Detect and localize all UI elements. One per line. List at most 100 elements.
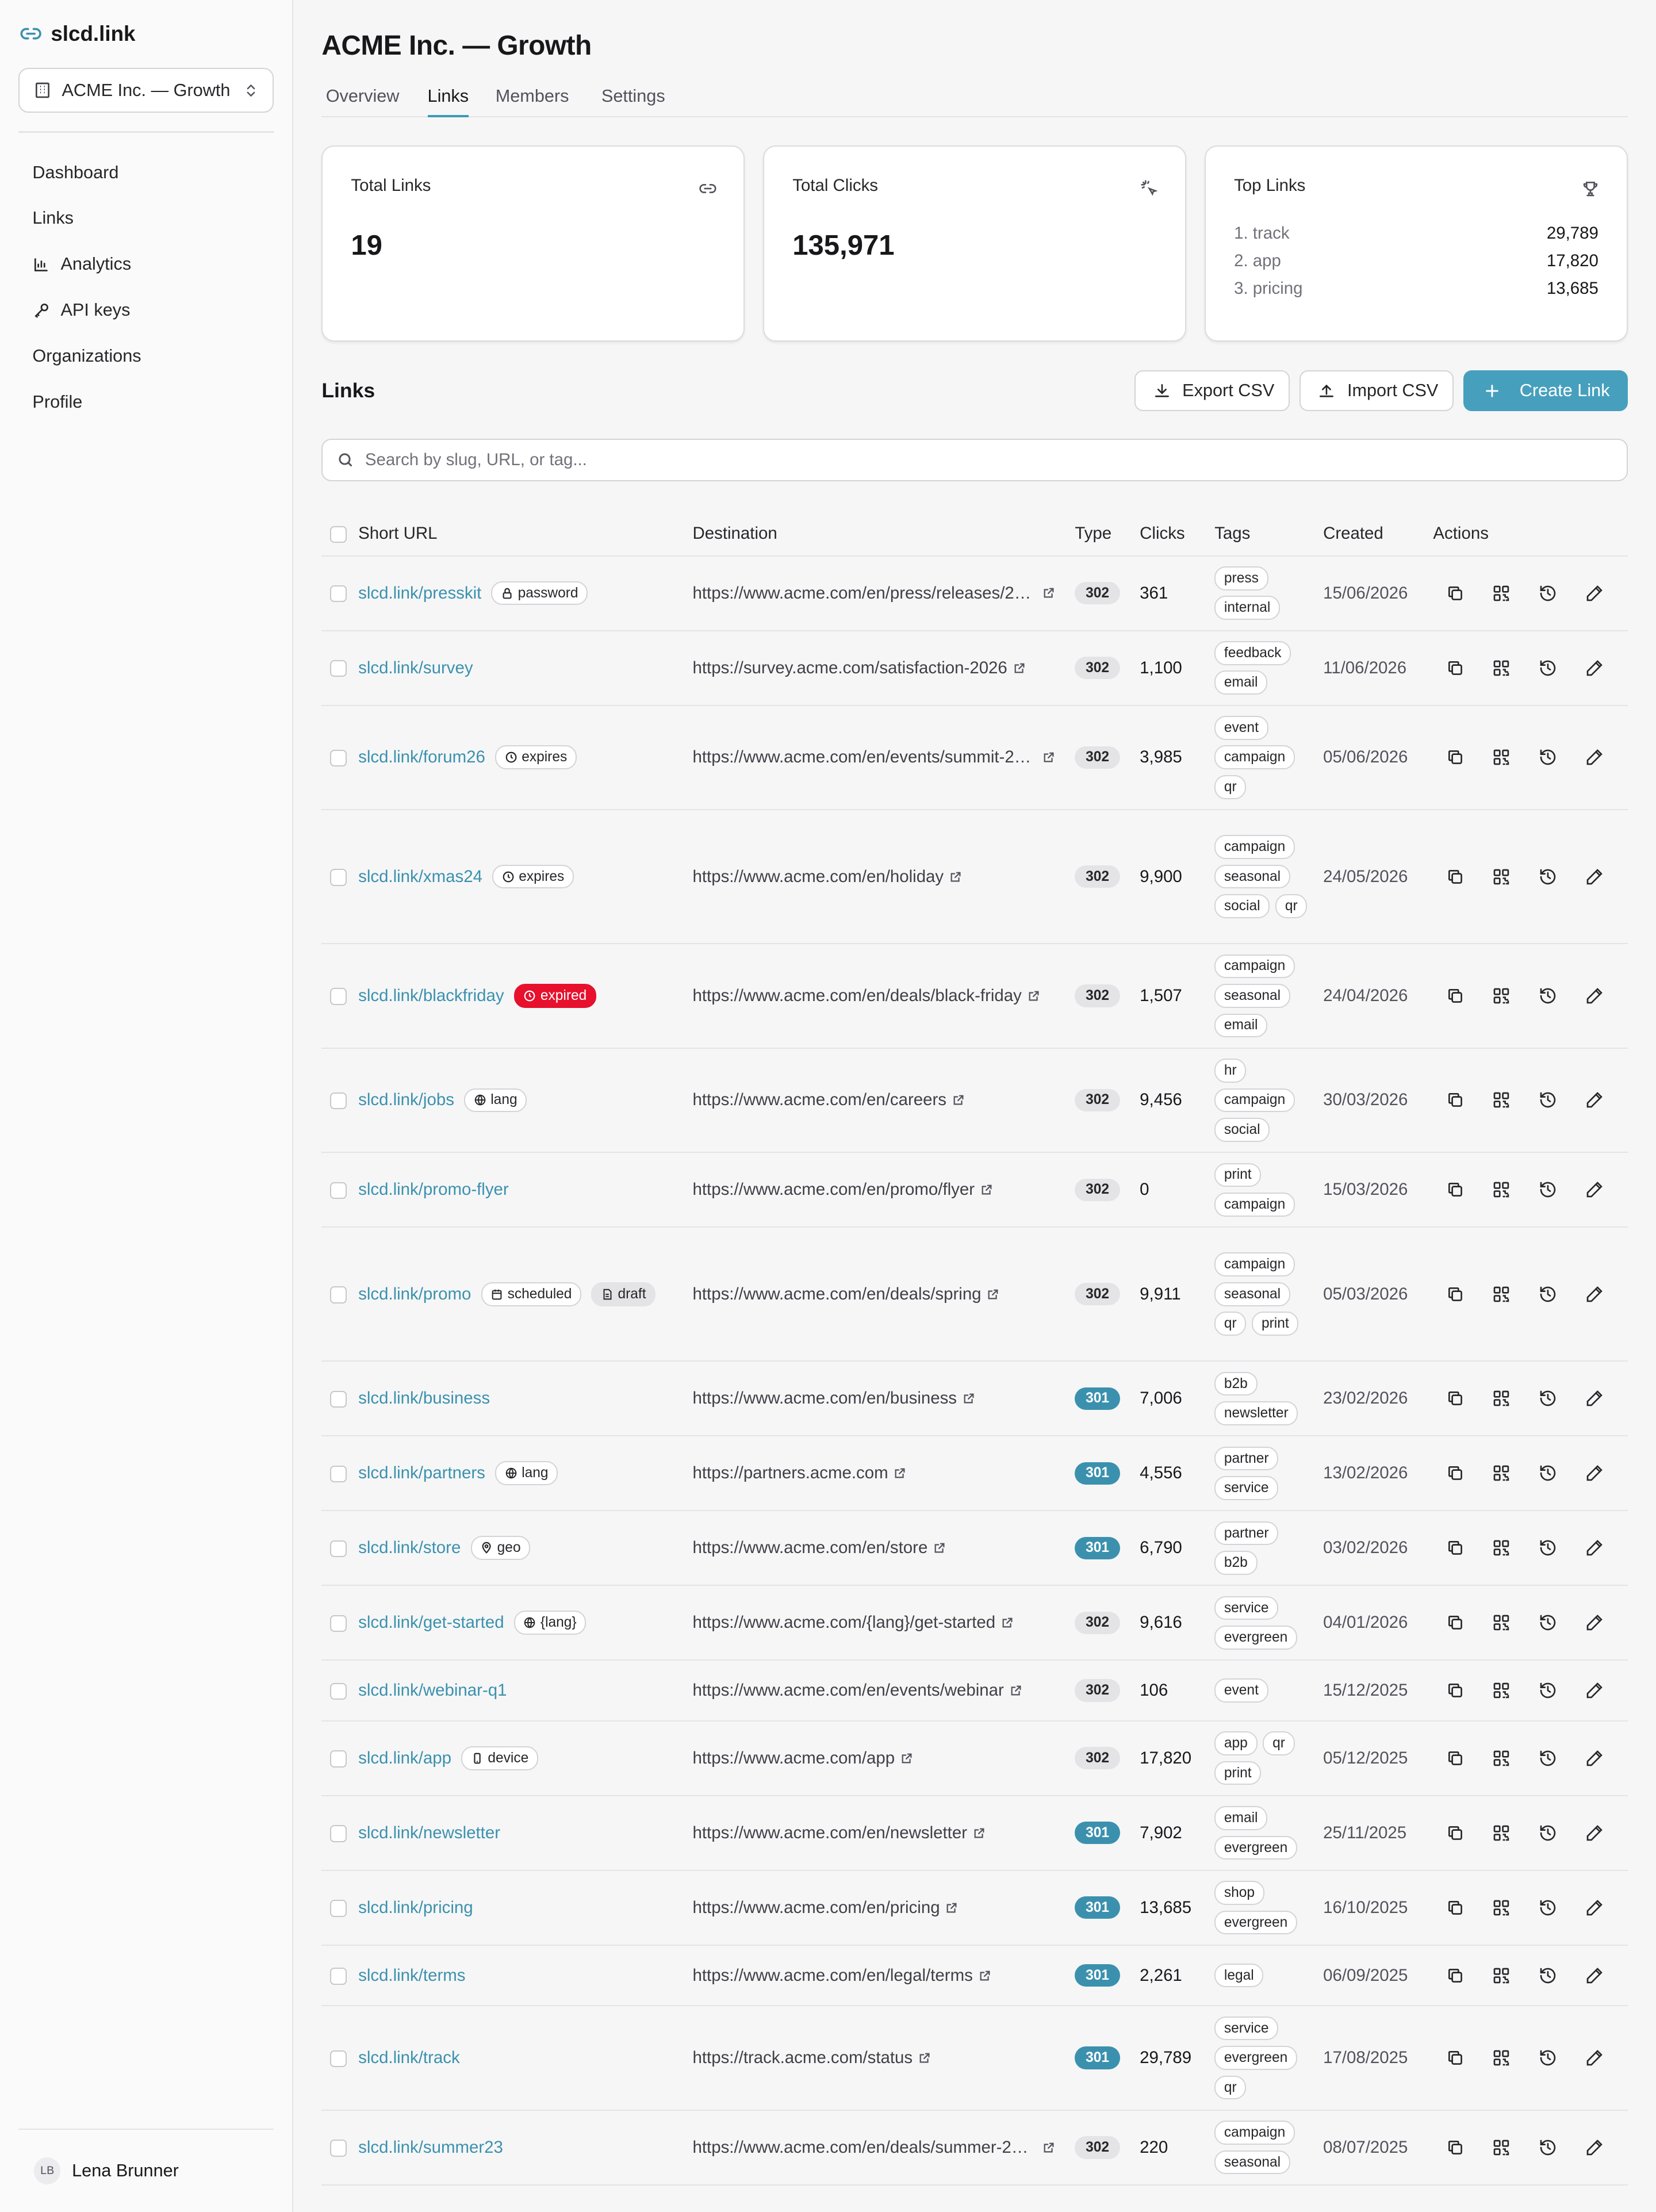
destination-link[interactable]: https://www.acme.com/{lang}/get-started: [693, 1613, 1075, 1632]
tag[interactable]: qr: [1214, 2075, 1247, 2100]
copy-icon[interactable]: [1446, 1966, 1465, 1985]
org-selector[interactable]: ACME Inc. — Growth: [18, 67, 274, 113]
tag[interactable]: shop: [1214, 1881, 1264, 1905]
destination-link[interactable]: https://www.acme.com/en/deals/spring: [693, 1285, 1075, 1304]
short-url-link[interactable]: slcd.link/survey: [358, 658, 473, 678]
destination-link[interactable]: https://www.acme.com/en/press/releases/2…: [693, 584, 1075, 603]
copy-icon[interactable]: [1446, 748, 1465, 766]
copy-icon[interactable]: [1446, 1681, 1465, 1700]
tag[interactable]: feedback: [1214, 641, 1291, 665]
row-checkbox[interactable]: [330, 988, 347, 1005]
sidebar-item-profile[interactable]: Profile: [18, 379, 274, 425]
history-icon[interactable]: [1539, 2049, 1557, 2067]
tag[interactable]: campaign: [1214, 745, 1295, 770]
destination-link[interactable]: https://www.acme.com/en/store: [693, 1538, 1075, 1558]
row-checkbox[interactable]: [330, 1390, 347, 1408]
short-url-link[interactable]: slcd.link/business: [358, 1389, 490, 1408]
copy-icon[interactable]: [1446, 1824, 1465, 1842]
copy-icon[interactable]: [1446, 868, 1465, 886]
row-checkbox[interactable]: [330, 1968, 347, 1985]
tag[interactable]: social: [1214, 1118, 1270, 1142]
row-checkbox[interactable]: [330, 749, 347, 767]
short-url-link[interactable]: slcd.link/track: [358, 2048, 460, 2068]
create-link-button[interactable]: Create Link: [1463, 370, 1628, 412]
pencil-icon[interactable]: [1585, 1681, 1604, 1700]
qr-code-icon[interactable]: [1492, 868, 1511, 886]
short-url-link[interactable]: slcd.link/summer23: [358, 2138, 503, 2157]
tag[interactable]: b2b: [1214, 1551, 1258, 1575]
tag[interactable]: print: [1214, 1163, 1262, 1187]
tag[interactable]: seasonal: [1214, 984, 1290, 1008]
short-url-link[interactable]: slcd.link/partners: [358, 1463, 485, 1483]
history-icon[interactable]: [1539, 1899, 1557, 1917]
history-icon[interactable]: [1539, 1389, 1557, 1408]
short-url-link[interactable]: slcd.link/blackfriday: [358, 986, 504, 1006]
column-header-short-url[interactable]: Short URL: [358, 512, 693, 557]
pencil-icon[interactable]: [1585, 1613, 1604, 1632]
destination-link[interactable]: https://www.acme.com/en/promo/flyer: [693, 1180, 1075, 1199]
qr-code-icon[interactable]: [1492, 2138, 1511, 2157]
qr-code-icon[interactable]: [1492, 1389, 1511, 1408]
column-header-destination[interactable]: Destination: [692, 512, 1075, 557]
pencil-icon[interactable]: [1585, 2138, 1604, 2157]
copy-icon[interactable]: [1446, 1091, 1465, 1109]
pencil-icon[interactable]: [1585, 1899, 1604, 1917]
pencil-icon[interactable]: [1585, 1749, 1604, 1768]
copy-icon[interactable]: [1446, 1899, 1465, 1917]
copy-icon[interactable]: [1446, 2138, 1465, 2157]
row-checkbox[interactable]: [330, 1615, 347, 1632]
pencil-icon[interactable]: [1585, 1091, 1604, 1109]
tag[interactable]: campaign: [1214, 954, 1295, 979]
copy-icon[interactable]: [1446, 1464, 1465, 1482]
copy-icon[interactable]: [1446, 1180, 1465, 1199]
qr-code-icon[interactable]: [1492, 1966, 1511, 1985]
history-icon[interactable]: [1539, 987, 1557, 1005]
qr-code-icon[interactable]: [1492, 1464, 1511, 1482]
short-url-link[interactable]: slcd.link/webinar-q1: [358, 1681, 507, 1700]
history-icon[interactable]: [1539, 659, 1557, 677]
destination-link[interactable]: https://www.acme.com/app: [693, 1749, 1075, 1768]
row-checkbox[interactable]: [330, 2050, 347, 2068]
tag[interactable]: evergreen: [1214, 1835, 1298, 1860]
row-checkbox[interactable]: [330, 1540, 347, 1558]
tag[interactable]: campaign: [1214, 1252, 1295, 1277]
sidebar-item-dashboard[interactable]: Dashboard: [18, 149, 274, 195]
tag[interactable]: service: [1214, 2016, 1279, 2041]
destination-link[interactable]: https://www.acme.com/en/deals/summer-202…: [693, 2138, 1075, 2157]
sidebar-item-organizations[interactable]: Organizations: [18, 333, 274, 379]
tag[interactable]: qr: [1214, 1312, 1247, 1336]
tag[interactable]: internal: [1214, 596, 1281, 620]
short-url-link[interactable]: slcd.link/jobs: [358, 1090, 454, 1110]
short-url-link[interactable]: slcd.link/promo: [358, 1285, 471, 1304]
tag[interactable]: event: [1214, 715, 1268, 740]
pencil-icon[interactable]: [1585, 1539, 1604, 1557]
qr-code-icon[interactable]: [1492, 1539, 1511, 1557]
tag[interactable]: hr: [1214, 1059, 1247, 1083]
short-url-link[interactable]: slcd.link/store: [358, 1538, 461, 1558]
history-icon[interactable]: [1539, 1539, 1557, 1557]
column-header-tags[interactable]: Tags: [1214, 512, 1324, 557]
row-checkbox[interactable]: [330, 585, 347, 603]
copy-icon[interactable]: [1446, 2049, 1465, 2067]
qr-code-icon[interactable]: [1492, 1899, 1511, 1917]
column-header-clicks[interactable]: Clicks: [1140, 512, 1215, 557]
search-input[interactable]: [365, 450, 1613, 470]
tag[interactable]: qr: [1214, 775, 1247, 799]
history-icon[interactable]: [1539, 868, 1557, 886]
history-icon[interactable]: [1539, 1966, 1557, 1985]
tag[interactable]: evergreen: [1214, 2046, 1298, 2070]
row-checkbox[interactable]: [330, 1750, 347, 1768]
qr-code-icon[interactable]: [1492, 1091, 1511, 1109]
pencil-icon[interactable]: [1585, 1180, 1604, 1199]
destination-link[interactable]: https://www.acme.com/en/legal/terms: [693, 1966, 1075, 1985]
tag[interactable]: service: [1214, 1596, 1279, 1620]
row-checkbox[interactable]: [330, 1465, 347, 1483]
tag[interactable]: event: [1214, 1678, 1268, 1703]
qr-code-icon[interactable]: [1492, 1749, 1511, 1768]
pencil-icon[interactable]: [1585, 1285, 1604, 1304]
pencil-icon[interactable]: [1585, 868, 1604, 886]
column-header-type[interactable]: Type: [1075, 512, 1140, 557]
qr-code-icon[interactable]: [1492, 1613, 1511, 1632]
tag[interactable]: campaign: [1214, 2121, 1295, 2145]
qr-code-icon[interactable]: [1492, 1285, 1511, 1304]
